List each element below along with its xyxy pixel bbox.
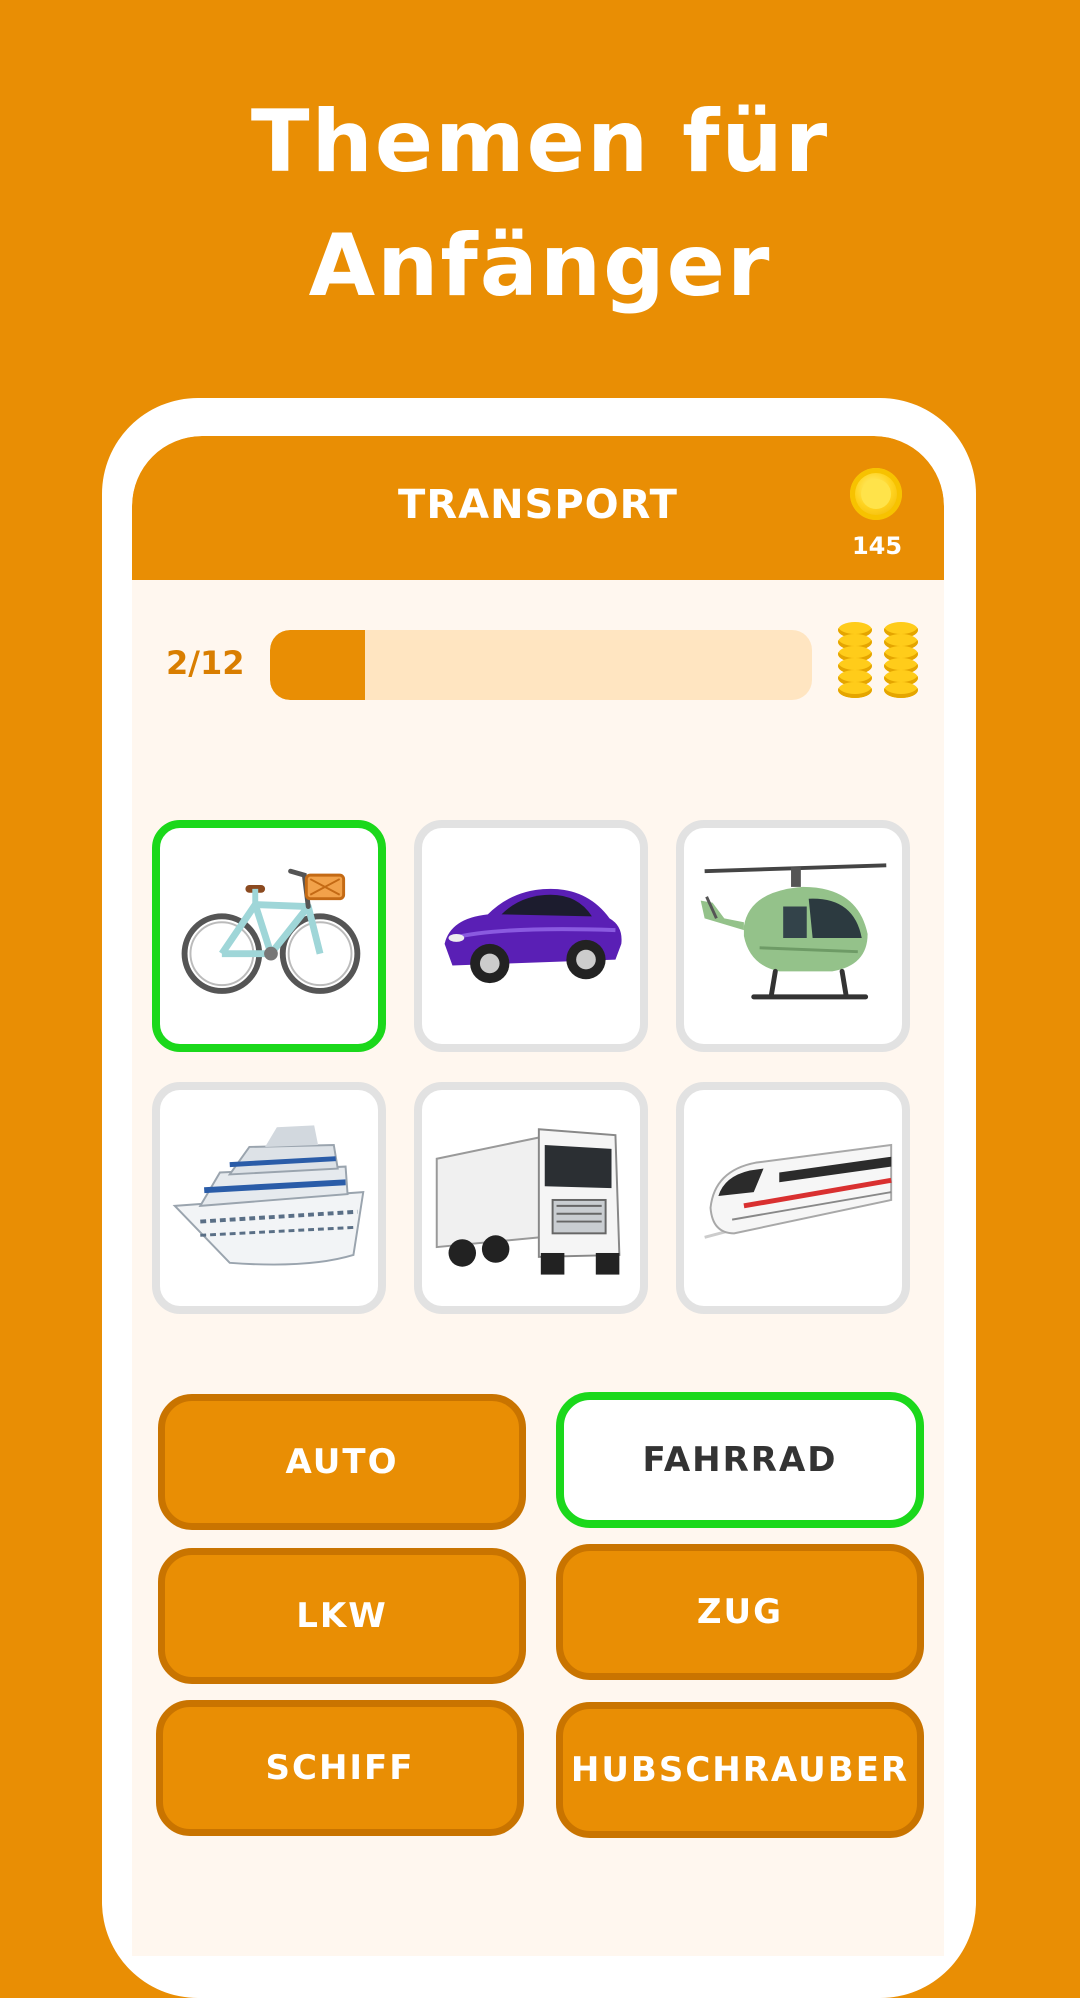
image-card-truck[interactable] <box>414 1082 648 1314</box>
bicycle-icon <box>181 868 361 994</box>
coin-count: 145 <box>851 532 903 560</box>
app-screen: TRANSPORT 145 2/12 AUTO FAHRRAD LKW ZUG … <box>132 436 944 1956</box>
answer-label: AUTO <box>285 1442 399 1482</box>
answer-label: SCHIFF <box>265 1748 415 1788</box>
sports-car-icon <box>444 888 622 984</box>
image-card-cruise-ship[interactable] <box>152 1082 386 1314</box>
answer-button-zug[interactable]: ZUG <box>556 1544 924 1680</box>
top-bar: TRANSPORT 145 <box>132 436 944 580</box>
headline: Themen für Anfänger <box>0 80 1080 328</box>
answer-button-schiff[interactable]: SCHIFF <box>156 1700 524 1836</box>
answer-label: HUBSCHRAUBER <box>570 1750 910 1790</box>
answer-button-hubschrauber[interactable]: HUBSCHRAUBER <box>556 1702 924 1838</box>
progress-label: 2/12 <box>166 644 245 682</box>
coin-stack-icon <box>838 622 872 704</box>
image-card-bicycle[interactable] <box>152 820 386 1052</box>
cruise-ship-icon <box>172 1125 365 1266</box>
progress-bar <box>270 630 812 700</box>
image-card-high-speed-train[interactable] <box>676 1082 910 1314</box>
answer-label: LKW <box>296 1596 388 1636</box>
coin-stack-icon <box>884 622 918 704</box>
answer-button-auto[interactable]: AUTO <box>158 1394 526 1530</box>
topic-title: TRANSPORT <box>398 482 678 528</box>
image-card-helicopter[interactable] <box>676 820 910 1052</box>
image-card-sports-car[interactable] <box>414 820 648 1052</box>
headline-line-1: Themen für <box>250 92 830 192</box>
answer-button-fahrrad[interactable]: FAHRRAD <box>556 1392 924 1528</box>
truck-icon <box>435 1128 621 1275</box>
coin-icon <box>850 468 902 520</box>
progress-fill <box>270 630 365 700</box>
helicopter-icon <box>700 863 887 1000</box>
headline-line-2: Anfänger <box>308 216 772 316</box>
answer-label: ZUG <box>696 1592 784 1632</box>
answer-label: FAHRRAD <box>642 1440 838 1480</box>
high-speed-train-icon <box>704 1143 893 1239</box>
answer-button-lkw[interactable]: LKW <box>158 1548 526 1684</box>
